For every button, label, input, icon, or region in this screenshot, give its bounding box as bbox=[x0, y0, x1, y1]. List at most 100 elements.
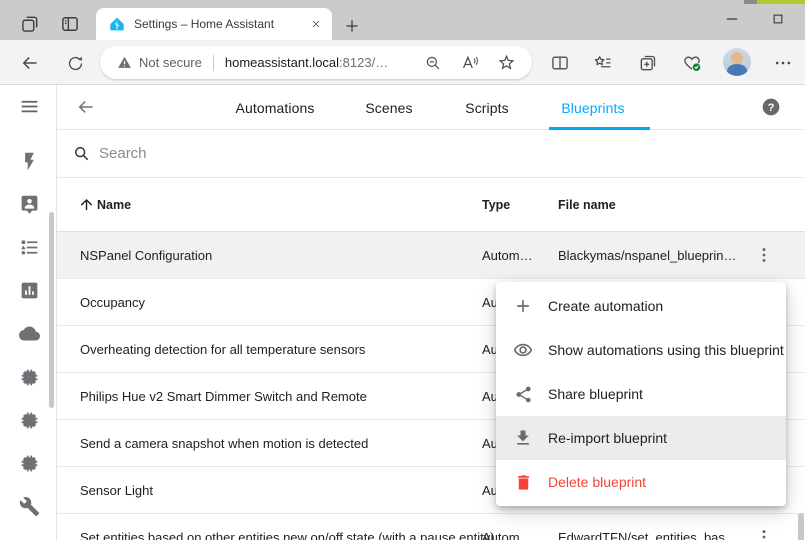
browser-essentials-button[interactable] bbox=[677, 48, 707, 78]
browser-refresh-button[interactable] bbox=[60, 48, 90, 78]
tab-scenes[interactable]: Scenes bbox=[365, 85, 412, 130]
cell-type: Autom… bbox=[482, 232, 533, 278]
tab-scripts[interactable]: Scripts bbox=[465, 85, 509, 130]
app-sidebar bbox=[0, 85, 57, 540]
menu-icon bbox=[19, 96, 40, 117]
split-screen-icon bbox=[550, 53, 570, 73]
plus-icon bbox=[513, 296, 533, 316]
menu-item-share-blueprint[interactable]: Share blueprint bbox=[496, 372, 786, 416]
cell-name: Sensor Light bbox=[80, 467, 153, 513]
split-screen-button[interactable] bbox=[545, 48, 575, 78]
history-chart-icon bbox=[19, 280, 40, 301]
profile-avatar[interactable] bbox=[723, 48, 751, 76]
tab-blueprints[interactable]: Blueprints bbox=[561, 85, 624, 130]
menu-item-label: Delete blueprint bbox=[548, 474, 646, 490]
avatar-face bbox=[731, 52, 743, 64]
maximize-icon bbox=[770, 11, 786, 27]
read-aloud-icon[interactable] bbox=[460, 53, 479, 72]
vertical-tabs-button[interactable] bbox=[54, 8, 86, 40]
chip-icon bbox=[19, 453, 40, 474]
chip-icon bbox=[19, 367, 40, 388]
browser-navbar: Not secure homeassistant.local :8123/… bbox=[0, 40, 805, 85]
table-row[interactable]: Set entities based on other entities new… bbox=[57, 514, 805, 540]
menu-item-label: Create automation bbox=[548, 298, 663, 314]
share-icon bbox=[513, 384, 533, 404]
sidebar-item-map[interactable] bbox=[17, 192, 41, 216]
maximize-button[interactable] bbox=[758, 6, 798, 32]
menu-item-show-automations[interactable]: Show automations using this blueprint bbox=[496, 328, 786, 372]
sidebar-item-energy[interactable] bbox=[17, 149, 41, 173]
url-rest: :8123/… bbox=[339, 55, 388, 70]
sidebar-item-device-2[interactable] bbox=[17, 408, 41, 432]
menu-item-create-automation[interactable]: Create automation bbox=[496, 284, 786, 328]
menu-item-delete-blueprint[interactable]: Delete blueprint bbox=[496, 460, 786, 504]
sidebar-item-cloud[interactable] bbox=[17, 321, 41, 345]
sidebar-item-tools[interactable] bbox=[17, 494, 41, 518]
not-secure-warning-icon bbox=[117, 55, 132, 70]
search-input[interactable] bbox=[99, 145, 699, 162]
cell-name: Occupancy bbox=[80, 279, 145, 325]
menu-item-label: Re-import blueprint bbox=[548, 430, 667, 446]
tab-title: Settings – Home Assistant bbox=[134, 17, 310, 31]
new-tab-button[interactable] bbox=[336, 10, 368, 42]
sidebar-menu-button[interactable] bbox=[17, 94, 41, 118]
help-button[interactable] bbox=[759, 95, 783, 119]
column-header-file-name[interactable]: File name bbox=[558, 178, 616, 232]
cell-name: Overheating detection for all temperatur… bbox=[80, 326, 365, 372]
cell-file-name: Blackymas/nspanel_blueprin… bbox=[558, 232, 736, 278]
tab-automations[interactable]: Automations bbox=[236, 85, 315, 130]
browser-menu-button[interactable] bbox=[768, 48, 798, 78]
sidebar-scrollbar[interactable] bbox=[49, 212, 54, 408]
browser-back-button[interactable] bbox=[15, 48, 45, 78]
content-scrollbar[interactable] bbox=[798, 513, 804, 540]
chip-icon bbox=[19, 410, 40, 431]
menu-item-reimport-blueprint[interactable]: Re-import blueprint bbox=[496, 416, 786, 460]
eye-icon bbox=[513, 340, 533, 360]
energy-flash-icon bbox=[19, 151, 40, 172]
avatar-body bbox=[727, 64, 747, 76]
cell-name: Philips Hue v2 Smart Dimmer Switch and R… bbox=[80, 373, 367, 419]
dots-vertical-icon bbox=[754, 245, 774, 265]
sidebar-item-history[interactable] bbox=[17, 278, 41, 302]
sidebar-item-device-1[interactable] bbox=[17, 365, 41, 389]
person-pin-icon bbox=[19, 194, 40, 215]
blueprint-context-menu: Create automation Show automations using… bbox=[496, 282, 786, 506]
trash-icon bbox=[513, 472, 533, 492]
menu-item-label: Show automations using this blueprint bbox=[548, 342, 784, 358]
search-bar bbox=[57, 130, 805, 178]
minimize-icon bbox=[723, 10, 741, 28]
row-overflow-menu-button[interactable] bbox=[752, 525, 776, 540]
minimize-button[interactable] bbox=[712, 6, 752, 32]
app-back-button[interactable] bbox=[74, 95, 98, 119]
collections-button[interactable] bbox=[633, 48, 663, 78]
browser-essentials-icon bbox=[682, 53, 702, 73]
download-icon bbox=[513, 428, 533, 448]
screen-edge-gray bbox=[744, 0, 757, 4]
app-header: Automations Scenes Scripts Blueprints bbox=[57, 85, 805, 130]
row-overflow-menu-button[interactable] bbox=[752, 243, 776, 267]
browser-titlebar: Settings – Home Assistant bbox=[0, 0, 805, 40]
zoom-out-icon[interactable] bbox=[424, 54, 442, 72]
refresh-icon bbox=[66, 54, 85, 73]
sidebar-item-device-3[interactable] bbox=[17, 451, 41, 475]
favorites-icon bbox=[593, 53, 613, 73]
favorite-star-icon[interactable] bbox=[497, 53, 516, 72]
menu-item-label: Share blueprint bbox=[548, 386, 643, 402]
home-assistant-app: Automations Scenes Scripts Blueprints Na… bbox=[0, 85, 805, 540]
workspaces-icon bbox=[20, 14, 40, 34]
collections-icon bbox=[638, 53, 658, 73]
workspaces-button[interactable] bbox=[14, 8, 46, 40]
column-header-type[interactable]: Type bbox=[482, 178, 510, 232]
table-row[interactable]: NSPanel Configuration Autom… Blackymas/n… bbox=[57, 232, 805, 279]
address-bar[interactable]: Not secure homeassistant.local :8123/… bbox=[100, 46, 532, 79]
vertical-tabs-icon bbox=[60, 14, 80, 34]
sidebar-item-logbook[interactable] bbox=[17, 235, 41, 259]
cloud-icon bbox=[19, 323, 40, 344]
close-tab-icon[interactable] bbox=[310, 18, 322, 30]
security-label: Not secure bbox=[139, 55, 202, 70]
column-header-name[interactable]: Name bbox=[97, 178, 131, 232]
browser-tab[interactable]: Settings – Home Assistant bbox=[96, 8, 332, 40]
cell-file-name: EdwardTFN/set_entities_bas… bbox=[558, 514, 738, 540]
search-icon bbox=[72, 144, 91, 163]
favorites-button[interactable] bbox=[588, 48, 618, 78]
